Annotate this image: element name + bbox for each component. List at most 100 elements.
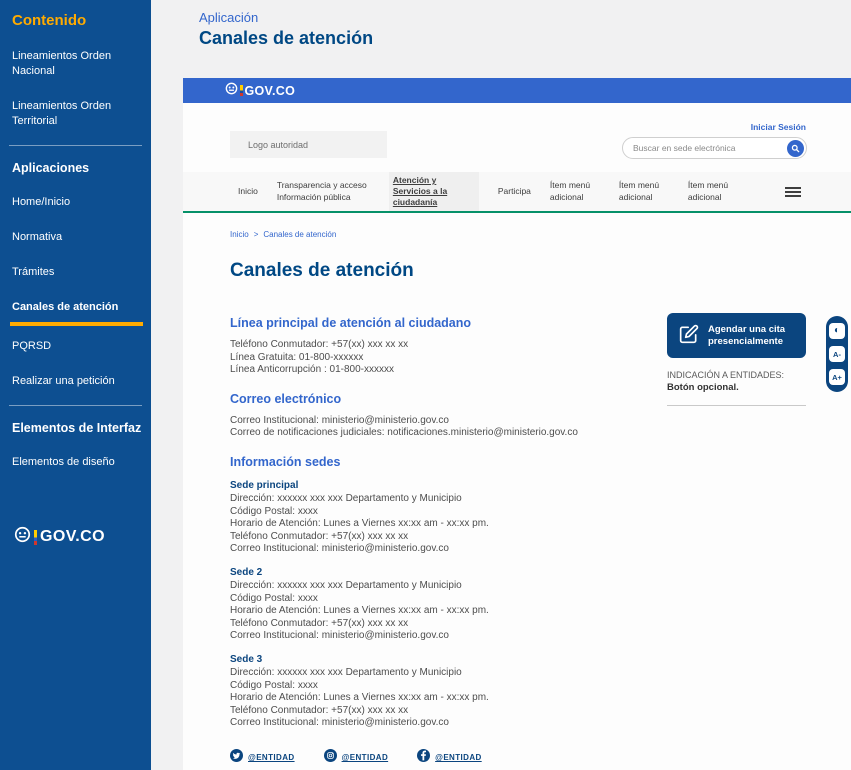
office-line: Dirección: xxxxxx xxx xxx Departamento y… [230, 667, 642, 680]
site-nav: Inicio Transparencia y acceso Informació… [183, 172, 851, 213]
office-name: Sede 3 [230, 654, 642, 665]
sidebar-heading-elementos-interfaz: Elementos de Interfaz [12, 421, 142, 435]
office-line: Correo Institucional: ministerio@ministe… [230, 630, 642, 643]
search-input[interactable] [633, 143, 787, 153]
social-links-row: @ENTIDAD @ENTIDAD @ENTIDAD [230, 749, 642, 767]
template-preview: GOV.CO Iniciar Sesión Logo autoridad Ini… [183, 78, 851, 770]
govco-emblem-icon [14, 526, 31, 548]
sidebar-divider [9, 145, 142, 146]
breadcrumb-separator: > [254, 230, 259, 239]
office-line: Horario de Atención: Lunes a Viernes xx:… [230, 605, 642, 618]
govco-emblem-icon [225, 82, 238, 100]
office-block-sede-3: Sede 3 Dirección: xxxxxx xxx xxx Departa… [230, 654, 642, 730]
govco-logo: GOV.CO [14, 526, 142, 548]
sidebar-heading-aplicaciones: Aplicaciones [12, 161, 142, 175]
sidebar-item-normativa[interactable]: Normativa [12, 230, 124, 245]
social-handle: @ENTIDAD [435, 753, 482, 762]
edit-pencil-icon [679, 324, 699, 347]
phone-section-heading: Línea principal de atención al ciudadano [230, 316, 642, 330]
content-column: Línea principal de atención al ciudadano… [230, 316, 642, 767]
instagram-icon [324, 749, 337, 767]
sidebar-item-realizar-peticion[interactable]: Realizar una petición [12, 374, 124, 389]
social-link-twitter[interactable]: @ENTIDAD [230, 749, 295, 767]
colombia-flag-bar [240, 85, 243, 96]
contrast-toggle-button[interactable]: ◐ [829, 323, 845, 339]
email-line: Correo de notificaciones judiciales: not… [230, 427, 642, 440]
office-name: Sede 2 [230, 567, 642, 578]
office-block-principal: Sede principal Dirección: xxxxxx xxx xxx… [230, 480, 642, 556]
sidebar-item-elementos-diseno[interactable]: Elementos de diseño [12, 455, 124, 470]
office-line: Teléfono Conmutador: +57(xx) xxx xx xx [230, 531, 642, 544]
govco-logo-text: GOV.CO [245, 84, 296, 98]
page-header: Aplicación Canales de atención [151, 0, 851, 49]
email-section-heading: Correo electrónico [230, 392, 642, 406]
nav-item-adicional-2[interactable]: Ítem menú adicional [619, 180, 669, 202]
increase-font-button[interactable]: A+ [829, 369, 845, 385]
sidebar-item-lineamientos-nacional[interactable]: Lineamientos Orden Nacional [12, 49, 124, 79]
office-line: Código Postal: xxxx [230, 506, 642, 519]
nav-item-participa[interactable]: Participa [498, 186, 531, 197]
main-area: Aplicación Canales de atención GOV.CO In… [151, 0, 851, 770]
nav-item-adicional-3[interactable]: Ítem menú adicional [688, 180, 738, 202]
nav-item-transparencia[interactable]: Transparencia y acceso Información públi… [277, 180, 370, 202]
sidebar-item-canales-de-atencion[interactable]: Canales de atención [12, 300, 124, 315]
breadcrumb-home[interactable]: Inicio [230, 230, 249, 239]
office-line: Horario de Atención: Lunes a Viernes xx:… [230, 518, 642, 531]
sidebar-title: Contenido [12, 12, 142, 29]
entity-note-text: Botón opcional. [667, 382, 807, 393]
hamburger-menu-icon[interactable] [785, 185, 801, 199]
search-bar [622, 137, 807, 159]
social-handle: @ENTIDAD [342, 753, 389, 762]
active-item-underline [10, 322, 143, 326]
nav-item-atencion-servicios[interactable]: Atención y Servicios a la ciudadanía [389, 172, 479, 211]
preview-page-title: Canales de atención [230, 260, 414, 282]
authority-logo-placeholder: Logo autoridad [230, 131, 387, 158]
docs-sidebar: Contenido Lineamientos Orden Nacional Li… [0, 0, 151, 770]
cta-column: Agendar una cita presencialmente INDICAC… [667, 313, 807, 406]
nav-item-adicional-1[interactable]: Ítem menú adicional [550, 180, 600, 202]
govco-topbar-logo[interactable]: GOV.CO [225, 82, 295, 100]
office-line: Código Postal: xxxx [230, 680, 642, 693]
breadcrumb-current[interactable]: Canales de atención [263, 230, 336, 239]
facebook-icon [417, 749, 430, 767]
office-block-sede-2: Sede 2 Dirección: xxxxxx xxx xxx Departa… [230, 567, 642, 643]
login-link[interactable]: Iniciar Sesión [751, 122, 806, 132]
accessibility-toolbar: ◐ A- A+ [826, 316, 848, 392]
sidebar-item-home[interactable]: Home/Inicio [12, 195, 124, 210]
office-line: Dirección: xxxxxx xxx xxx Departamento y… [230, 580, 642, 593]
schedule-appointment-button[interactable]: Agendar una cita presencialmente [667, 313, 806, 358]
search-button[interactable] [787, 140, 804, 157]
office-line: Teléfono Conmutador: +57(xx) xxx xx xx [230, 705, 642, 718]
office-line: Código Postal: xxxx [230, 593, 642, 606]
cta-label: Agendar una cita presencialmente [708, 324, 798, 348]
sidebar-item-tramites[interactable]: Trámites [12, 265, 124, 280]
phone-line: Teléfono Conmutador: +57(xx) xxx xx xx [230, 339, 642, 352]
colombia-flag-bar [34, 530, 37, 545]
entity-note-label: INDICACIÓN A ENTIDADES: [667, 370, 807, 380]
offices-section: Información sedes Sede principal Direcci… [230, 455, 642, 730]
sidebar-item-pqrsd[interactable]: PQRSD [12, 339, 124, 354]
office-line: Horario de Atención: Lunes a Viernes xx:… [230, 692, 642, 705]
page-title: Canales de atención [199, 28, 851, 49]
page-kicker: Aplicación [199, 10, 851, 25]
social-handle: @ENTIDAD [248, 753, 295, 762]
office-line: Teléfono Conmutador: +57(xx) xxx xx xx [230, 618, 642, 631]
phone-section: Línea principal de atención al ciudadano… [230, 316, 642, 377]
govco-top-bar: GOV.CO [183, 78, 851, 103]
social-link-instagram[interactable]: @ENTIDAD [324, 749, 389, 767]
office-line: Correo Institucional: ministerio@ministe… [230, 543, 642, 556]
breadcrumb: Inicio > Canales de atención [230, 230, 336, 239]
nav-item-inicio[interactable]: Inicio [238, 186, 258, 197]
govco-logo-text: GOV.CO [40, 528, 105, 546]
phone-line: Línea Gratuita: 01-800-xxxxxx [230, 352, 642, 365]
phone-line: Línea Anticorrupción : 01-800-xxxxxx [230, 364, 642, 377]
social-link-facebook[interactable]: @ENTIDAD [417, 749, 482, 767]
twitter-icon [230, 749, 243, 767]
note-divider [667, 405, 806, 406]
sidebar-divider [9, 405, 142, 406]
email-section: Correo electrónico Correo Institucional:… [230, 392, 642, 440]
email-line: Correo Institucional: ministerio@ministe… [230, 415, 642, 428]
decrease-font-button[interactable]: A- [829, 346, 845, 362]
office-name: Sede principal [230, 480, 642, 491]
sidebar-item-lineamientos-territorial[interactable]: Lineamientos Orden Territorial [12, 99, 124, 129]
